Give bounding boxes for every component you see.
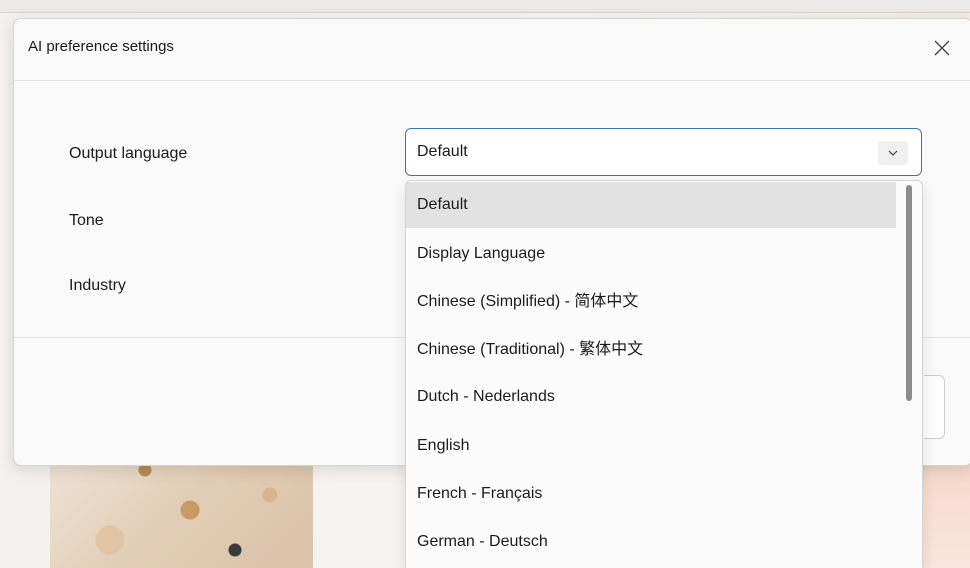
footer-button[interactable] xyxy=(924,375,945,439)
option-english[interactable]: English xyxy=(406,423,896,469)
output-language-label: Output language xyxy=(69,145,188,162)
option-chinese-simplified[interactable]: Chinese (Simplified) - 简体中文 xyxy=(406,279,896,325)
option-display-language[interactable]: Display Language xyxy=(406,231,896,277)
tone-label: Tone xyxy=(69,212,104,229)
background-topbar xyxy=(0,0,970,13)
dialog-title: AI preference settings xyxy=(28,38,174,55)
option-chinese-traditional[interactable]: Chinese (Traditional) - 繁体中文 xyxy=(406,327,896,373)
output-language-select[interactable]: Default xyxy=(405,128,922,176)
close-icon xyxy=(934,40,950,56)
option-german[interactable]: German - Deutsch xyxy=(406,519,896,565)
chevron-down-icon xyxy=(888,150,898,156)
background-photo xyxy=(50,450,313,568)
select-value: Default xyxy=(417,143,468,160)
dropdown-scrollbar[interactable] xyxy=(906,185,912,401)
option-french[interactable]: French - Français xyxy=(406,471,896,517)
dropdown-toggle-button[interactable] xyxy=(878,141,908,165)
dialog-header: AI preference settings xyxy=(14,19,970,81)
industry-label: Industry xyxy=(69,277,126,294)
language-dropdown-list: Default Display Language Chinese (Simpli… xyxy=(405,180,923,568)
close-button[interactable] xyxy=(929,35,955,61)
option-default[interactable]: Default xyxy=(406,182,896,228)
option-dutch[interactable]: Dutch - Nederlands xyxy=(406,374,896,420)
